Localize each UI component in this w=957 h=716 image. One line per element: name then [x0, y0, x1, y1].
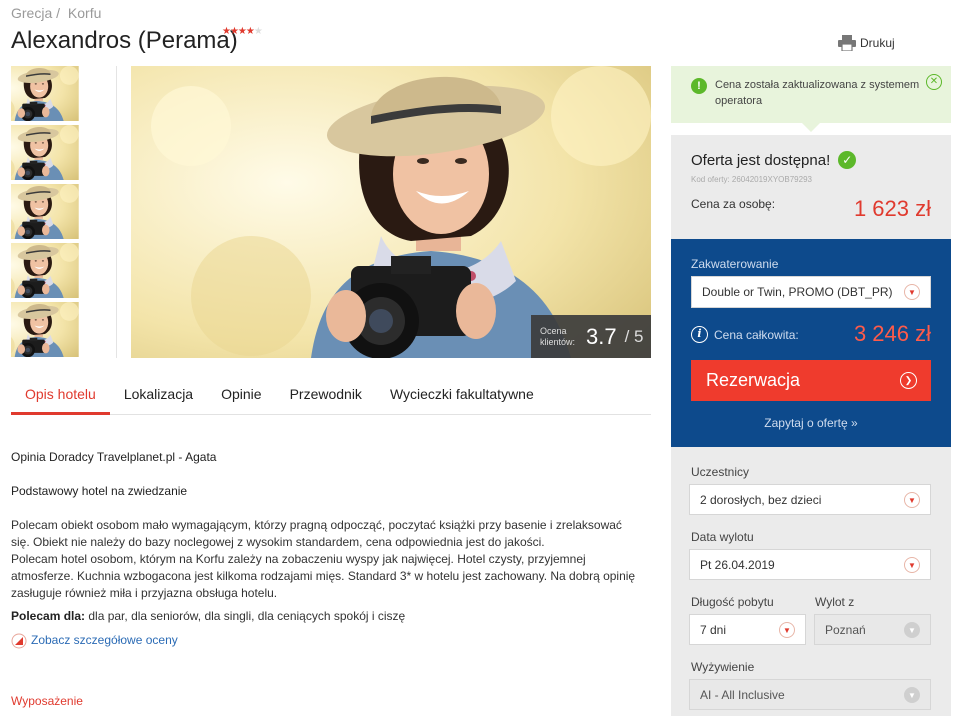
participants-value: 2 dorosłych, bez dzieci — [700, 492, 822, 507]
total-price: i Cena całkowita: — [691, 326, 799, 343]
accommodation-label: Zakwaterowanie — [691, 257, 779, 271]
participants-label: Uczestnicy — [691, 465, 750, 479]
detailed-ratings-link[interactable]: Zobacz szczegółowe oceny — [11, 632, 641, 649]
participants-select[interactable]: 2 dorosłych, bez dzieci ▼ — [689, 484, 931, 515]
offer-code: Kod oferty: 26042019XYOB79293 — [691, 175, 812, 184]
ask-about-offer-link[interactable]: Zapytaj o ofertę » — [671, 416, 951, 430]
offer-summary: Oferta jest dostępna! ✓ Kod oferty: 2604… — [671, 135, 951, 239]
chevron-down-icon: ▼ — [904, 686, 920, 703]
offer-status: Oferta jest dostępna! ✓ — [691, 151, 857, 169]
departure-from-label: Wylot z — [815, 595, 855, 609]
recommend-label: Polecam dla: — [11, 609, 86, 623]
accommodation-value: Double or Twin, PROMO (DBT_PR) — [702, 285, 893, 299]
breadcrumb-country[interactable]: Grecja / — [11, 5, 60, 21]
tab-description[interactable]: Opis hotelu — [11, 378, 110, 415]
departure-date-value: Pt 26.04.2019 — [700, 557, 775, 572]
thumbnail[interactable] — [11, 66, 111, 121]
chevron-down-icon: ▼ — [779, 621, 795, 638]
equipment-heading: Wyposażenie — [11, 694, 83, 708]
duration-value: 7 dni — [700, 622, 727, 637]
price-updated-notice: ! Cena została zaktualizowana z systemem… — [671, 66, 951, 123]
description-paragraph: Polecam hotel osobom, którym na Korfu za… — [11, 552, 636, 600]
printer-icon — [838, 35, 856, 51]
advisor-heading: Opinia Doradcy Travelplanet.pl - Agata — [11, 450, 217, 464]
notice-pointer — [802, 123, 820, 132]
arrow-right-icon: ❯ — [900, 372, 917, 389]
duration-label: Długość pobytu — [691, 595, 774, 609]
chevron-down-icon: ▼ — [904, 284, 920, 300]
chevron-down-icon: ▼ — [904, 556, 920, 573]
total-price-value: 3 246 zł — [853, 321, 931, 346]
tab-location[interactable]: Lokalizacja — [110, 378, 207, 415]
chevron-down-icon: ▼ — [904, 491, 920, 508]
rating-label: Ocena klientów: — [540, 325, 576, 347]
total-price-label: Cena całkowita: — [714, 327, 799, 342]
check-icon: ✓ — [838, 151, 857, 169]
board-select[interactable]: AI - All Inclusive ▼ — [689, 679, 931, 710]
price-per-person-label: Cena za osobę: — [691, 197, 776, 211]
rating-max: / 5 — [624, 326, 644, 346]
info-icon[interactable]: i — [691, 326, 708, 343]
board-value: AI - All Inclusive — [700, 687, 785, 702]
thumbnail[interactable] — [11, 125, 111, 180]
customer-rating: Ocena klientów: 3.7 / 5 — [531, 315, 651, 358]
hotel-stars: ★★★★★ — [222, 26, 263, 37]
hotel-title: Alexandros (Perama) — [11, 27, 238, 54]
trip-parameters: Uczestnicy 2 dorosłych, bez dzieci ▼ Dat… — [671, 447, 951, 716]
tab-reviews[interactable]: Opinie — [207, 378, 275, 415]
tab-guide[interactable]: Przewodnik — [276, 378, 376, 415]
star-empty: ★ — [253, 26, 263, 37]
recommend-for: Polecam dla: dla par, dla seniorów, dla … — [11, 608, 641, 625]
thumbnail-divider — [116, 66, 117, 358]
recommend-value: dla par, dla seniorów, dla singli, dla c… — [85, 609, 406, 623]
chevron-down-icon: ▼ — [904, 621, 920, 638]
board-label: Wyżywienie — [691, 660, 755, 674]
offer-title: Oferta jest dostępna! — [691, 151, 831, 169]
departure-date-select[interactable]: Pt 26.04.2019 ▼ — [689, 549, 931, 580]
thumbnail[interactable] — [11, 243, 111, 298]
print-label: Drukuj — [860, 36, 895, 50]
breadcrumb: Grecja / Korfu — [11, 5, 105, 21]
stars-filled: ★★★★ — [222, 26, 255, 37]
thumbnail-strip — [11, 66, 111, 361]
print-button[interactable]: Drukuj — [838, 35, 895, 51]
booking-panel: Zakwaterowanie Double or Twin, PROMO (DB… — [671, 239, 951, 447]
accommodation-select[interactable]: Double or Twin, PROMO (DBT_PR) ▼ — [691, 276, 931, 308]
description-headline: Podstawowy hotel na zwiedzanie — [11, 484, 188, 498]
reserve-label: Rezerwacja — [706, 370, 801, 390]
description-paragraph: Polecam obiekt osobom mało wymagającym, … — [11, 518, 622, 549]
hotel-description: Opinia Doradcy Travelplanet.pl - Agata P… — [11, 449, 641, 649]
thumbnail[interactable] — [11, 184, 111, 239]
thumbnail[interactable] — [11, 302, 111, 357]
reserve-button[interactable]: Rezerwacja ❯ — [691, 360, 931, 401]
close-icon[interactable]: ✕ — [926, 74, 942, 90]
departure-date-label: Data wylotu — [691, 530, 754, 544]
departure-from-select[interactable]: Poznań ▼ — [814, 614, 931, 645]
chart-icon — [11, 633, 27, 648]
rating-value: 3.7 — [586, 323, 617, 349]
tab-excursions[interactable]: Wycieczki fakultatywne — [376, 378, 548, 415]
duration-select[interactable]: 7 dni ▼ — [689, 614, 806, 645]
breadcrumb-region[interactable]: Korfu — [68, 5, 101, 21]
exclamation-icon: ! — [691, 78, 707, 94]
departure-from-value: Poznań — [825, 622, 866, 637]
detailed-ratings-label: Zobacz szczegółowe oceny — [31, 633, 178, 647]
price-per-person-value: 1 623 zł — [853, 196, 931, 221]
notice-text: Cena została zaktualizowana z systemem o… — [715, 79, 920, 107]
tab-bar: Opis hotelu Lokalizacja Opinie Przewodni… — [11, 378, 651, 415]
